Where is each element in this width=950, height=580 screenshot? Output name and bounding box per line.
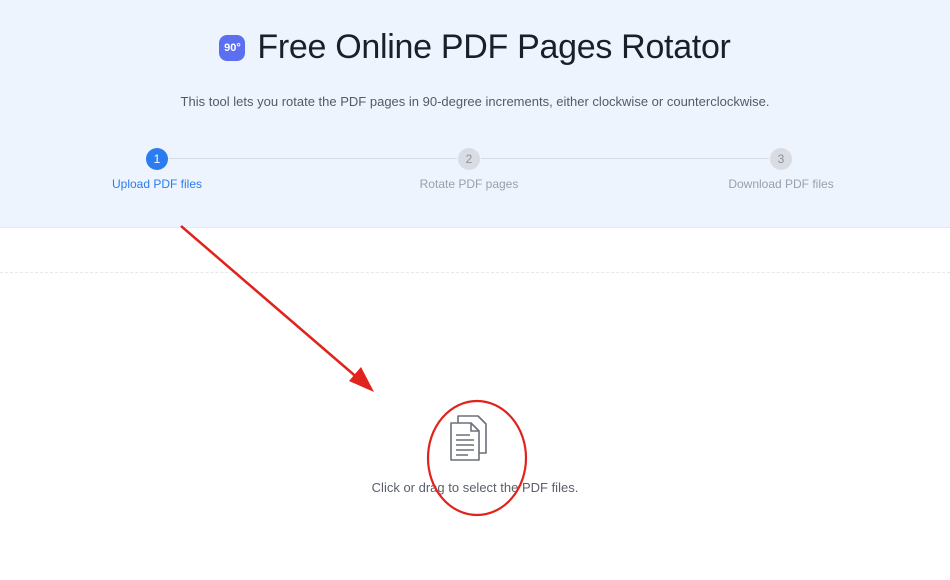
step-2-circle: 2 xyxy=(458,148,480,170)
step-3-label: Download PDF files xyxy=(728,177,834,191)
documents-icon xyxy=(450,415,487,461)
step-2-label: Rotate PDF pages xyxy=(419,177,519,191)
step-3-circle: 3 xyxy=(770,148,792,170)
progress-steps: 1 Upload PDF files 2 Rotate PDF pages 3 … xyxy=(0,148,950,198)
rotate-logo-icon: 90° xyxy=(219,34,246,61)
divider xyxy=(0,272,950,273)
hero-header: 90° Free Online PDF Pages Rotator This t… xyxy=(0,0,950,228)
step-connector xyxy=(169,158,457,159)
annotation-arrow-head xyxy=(349,367,374,392)
dropzone-text: Click or drag to select the PDF files. xyxy=(371,480,579,495)
file-dropzone[interactable]: Click or drag to select the PDF files. xyxy=(0,405,950,525)
step-1-label: Upload PDF files xyxy=(111,177,203,191)
annotation-arrow-line xyxy=(180,225,361,381)
page-subtitle: This tool lets you rotate the PDF pages … xyxy=(180,94,770,109)
step-1-circle: 1 xyxy=(146,148,168,170)
logo-text: 90° xyxy=(224,41,241,54)
step-connector xyxy=(481,158,769,159)
page-title: Free Online PDF Pages Rotator xyxy=(257,28,731,66)
title-row: 90° Free Online PDF Pages Rotator xyxy=(0,28,950,67)
